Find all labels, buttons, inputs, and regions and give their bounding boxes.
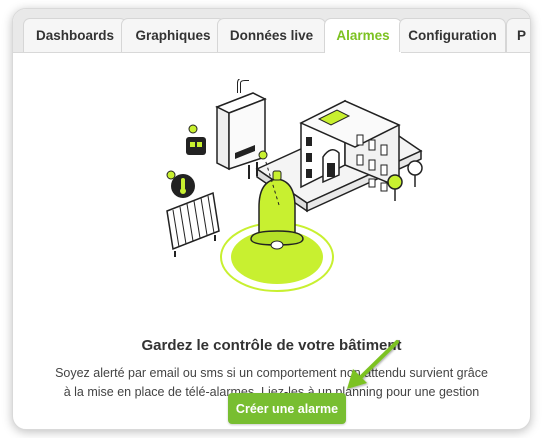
tab-dashboards[interactable]: Dashboards xyxy=(23,18,127,52)
headline: Gardez le contrôle de votre bâtiment xyxy=(141,337,402,354)
thermometer-icon xyxy=(166,170,195,198)
tab-configuration[interactable]: Configuration xyxy=(399,18,506,52)
arrow-icon xyxy=(347,340,399,389)
tab-bar: Dashboards Graphiques Données live Alarm… xyxy=(13,9,530,53)
alarms-panel: Dashboards Graphiques Données live Alarm… xyxy=(12,8,531,430)
empty-state: Gardez le contrôle de votre bâtiment Soy… xyxy=(13,53,530,429)
marker-icon xyxy=(186,124,206,155)
boiler-icon xyxy=(215,79,267,179)
create-alarm-button[interactable]: Créer une alarme xyxy=(228,393,346,424)
radiator-icon xyxy=(166,191,220,257)
tab-graphiques[interactable]: Graphiques xyxy=(121,18,225,52)
alarm-illustration xyxy=(166,79,423,292)
tab-partial[interactable]: P xyxy=(506,18,530,52)
tab-donnees-live[interactable]: Données live xyxy=(217,18,326,52)
tab-alarmes[interactable]: Alarmes xyxy=(324,18,402,53)
